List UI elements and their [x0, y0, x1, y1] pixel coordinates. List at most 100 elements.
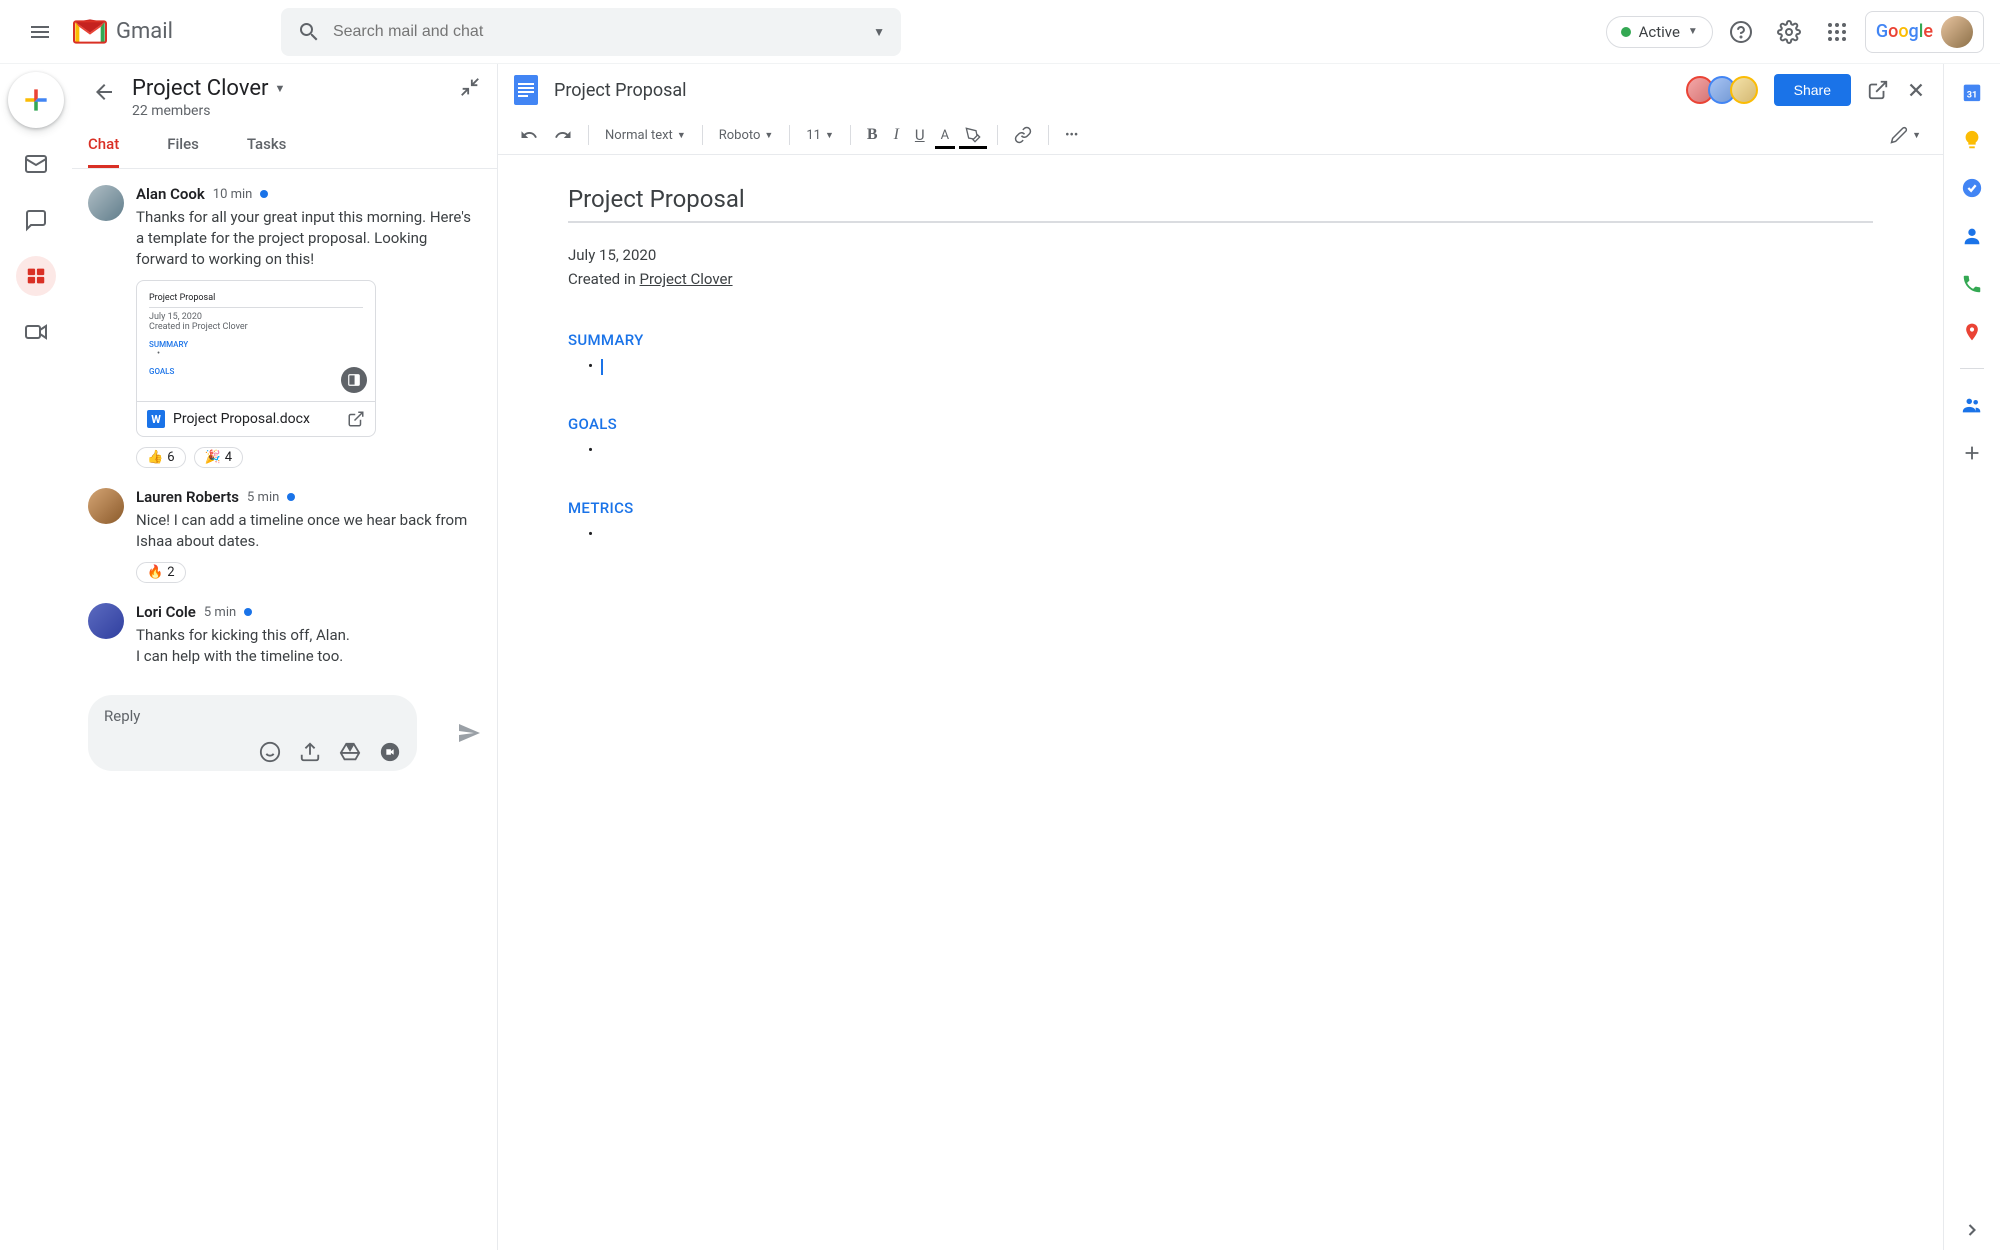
mail-nav[interactable] — [16, 144, 56, 184]
doc-body[interactable]: Project Proposal July 15, 2020 Created i… — [498, 155, 1943, 1250]
open-external-icon[interactable] — [347, 410, 365, 428]
doc-title: Project Proposal — [554, 80, 1676, 101]
font-size-dropdown[interactable]: 11 ▼ — [800, 124, 840, 147]
message-item: Alan Cook 10 min Thanks for all your gre… — [88, 185, 481, 468]
search-bar[interactable]: ▼ — [281, 8, 901, 56]
upload-icon[interactable] — [299, 741, 321, 763]
google-apps-button[interactable] — [1817, 12, 1857, 52]
undo-button[interactable] — [514, 122, 544, 148]
expand-side-panel[interactable] — [1960, 1226, 1984, 1250]
author-avatar[interactable] — [88, 488, 124, 524]
text-color-button[interactable]: A — [935, 124, 955, 147]
doc-section-heading: SUMMARY — [568, 331, 1873, 349]
open-in-new-icon[interactable] — [1867, 79, 1889, 101]
google-logo: Google — [1876, 21, 1933, 42]
text-cursor — [601, 359, 603, 375]
member-count: 22 members — [132, 103, 447, 119]
room-title[interactable]: Project Clover ▼ — [132, 76, 447, 101]
italic-button[interactable]: I — [888, 122, 905, 148]
insert-link-button[interactable] — [1008, 122, 1038, 148]
editing-mode-button[interactable]: ▼ — [1884, 122, 1927, 148]
reaction-chip[interactable]: 🎉 4 — [194, 447, 244, 468]
chevron-down-icon: ▼ — [1688, 26, 1698, 37]
bold-button[interactable]: B — [861, 122, 884, 148]
doc-section-heading: GOALS — [568, 415, 1873, 433]
doc-date: July 15, 2020 — [568, 243, 1873, 267]
rooms-nav[interactable] — [16, 256, 56, 296]
help-button[interactable] — [1721, 12, 1761, 52]
author-avatar[interactable] — [88, 603, 124, 639]
search-options-dropdown[interactable]: ▼ — [873, 25, 885, 39]
unread-dot — [260, 190, 268, 198]
tab-files[interactable]: Files — [167, 135, 199, 168]
font-dropdown[interactable]: Roboto ▼ — [713, 124, 780, 147]
collaborator-avatar[interactable] — [1730, 76, 1758, 104]
account-chip[interactable]: Google — [1865, 11, 1984, 53]
message-text: Thanks for all your great input this mor… — [136, 207, 481, 270]
redo-button[interactable] — [548, 122, 578, 148]
user-avatar[interactable] — [1941, 16, 1973, 48]
close-button[interactable] — [1905, 79, 1927, 101]
attachment-card[interactable]: Project Proposal July 15, 2020 Created i… — [136, 280, 376, 437]
author-avatar[interactable] — [88, 185, 124, 221]
gmail-icon — [72, 18, 108, 46]
google-docs-icon — [514, 75, 538, 105]
drive-icon[interactable] — [339, 741, 361, 763]
settings-button[interactable] — [1769, 12, 1809, 52]
voice-addon[interactable] — [1960, 272, 1984, 296]
message-item: Lauren Roberts 5 min Nice! I can add a t… — [88, 488, 481, 583]
message-text: Thanks for kicking this off, Alan. I can… — [136, 625, 481, 667]
chat-tabs: Chat Files Tasks — [72, 119, 497, 169]
compose-button[interactable] — [8, 72, 64, 128]
people-addon[interactable] — [1960, 393, 1984, 417]
search-input[interactable] — [333, 23, 861, 41]
keep-addon[interactable] — [1960, 128, 1984, 152]
unread-dot — [287, 493, 295, 501]
collapse-button[interactable] — [459, 76, 481, 98]
doc-room-link[interactable]: Project Clover — [640, 270, 733, 288]
side-panel-icon[interactable] — [341, 367, 367, 393]
reply-input[interactable]: Reply — [88, 695, 417, 771]
left-nav-rail — [0, 64, 72, 1250]
reaction-chip[interactable]: 👍 6 — [136, 447, 186, 468]
style-dropdown[interactable]: Normal text ▼ — [599, 124, 692, 147]
tasks-addon[interactable] — [1960, 176, 1984, 200]
message-time: 5 min — [204, 605, 236, 620]
doc-heading: Project Proposal — [568, 185, 1873, 213]
side-panel: 31 — [1944, 64, 2000, 1250]
chat-nav[interactable] — [16, 200, 56, 240]
chevron-down-icon: ▼ — [274, 82, 285, 95]
status-label: Active — [1639, 23, 1680, 41]
more-options-button[interactable]: ••• — [1059, 124, 1084, 147]
tab-chat[interactable]: Chat — [88, 135, 119, 168]
maps-addon[interactable] — [1960, 320, 1984, 344]
app-header: Gmail ▼ Active ▼ Google — [0, 0, 2000, 64]
back-button[interactable] — [88, 76, 120, 108]
collaborator-avatars[interactable] — [1692, 76, 1758, 104]
highlight-button[interactable] — [959, 123, 987, 147]
gmail-logo[interactable]: Gmail — [72, 18, 173, 46]
meet-nav[interactable] — [16, 312, 56, 352]
status-chip[interactable]: Active ▼ — [1606, 16, 1713, 48]
underline-button[interactable]: U — [909, 122, 931, 148]
contacts-addon[interactable] — [1960, 224, 1984, 248]
reaction-chip[interactable]: 🔥 2 — [136, 562, 186, 583]
message-time: 5 min — [247, 490, 279, 505]
doc-section-heading: METRICS — [568, 499, 1873, 517]
doc-toolbar: Normal text ▼ Roboto ▼ 11 ▼ B I U A ••• … — [498, 116, 1943, 155]
author-name: Lauren Roberts — [136, 488, 239, 506]
tab-tasks[interactable]: Tasks — [247, 135, 287, 168]
hamburger-menu[interactable] — [16, 8, 64, 56]
calendar-addon[interactable]: 31 — [1960, 80, 1984, 104]
send-button[interactable] — [457, 721, 481, 745]
svg-text:31: 31 — [1967, 91, 1978, 101]
emoji-icon[interactable] — [259, 741, 281, 763]
app-name: Gmail — [116, 19, 173, 44]
unread-dot — [244, 608, 252, 616]
message-time: 10 min — [213, 187, 253, 202]
add-addon-button[interactable] — [1960, 441, 1984, 465]
attachment-preview: Project Proposal July 15, 2020 Created i… — [137, 281, 375, 401]
video-call-icon[interactable] — [379, 741, 401, 763]
share-button[interactable]: Share — [1774, 74, 1851, 106]
message-text: Nice! I can add a timeline once we hear … — [136, 510, 481, 552]
